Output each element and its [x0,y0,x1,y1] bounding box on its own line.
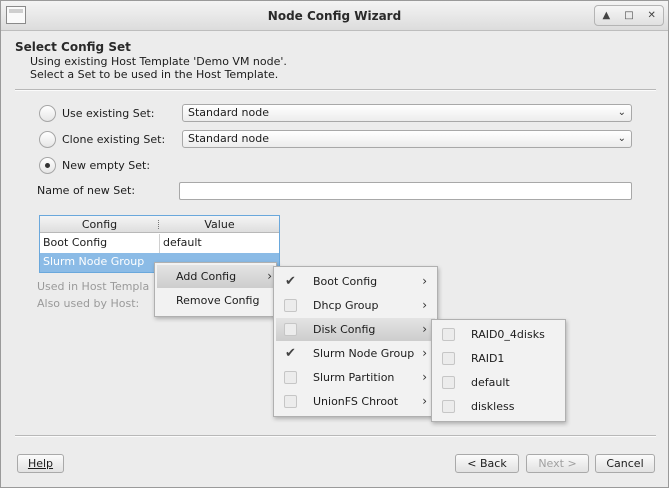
menu-item-label: Dhcp Group [313,299,379,312]
checkbox-icon [442,400,455,413]
table-context-menu: Add Config › Remove Config [154,262,277,317]
menu-item-label: Disk Config [313,323,376,336]
new-empty-label: New empty Set: [62,158,151,172]
also-used-by-host-label: Also used by Host: [37,297,140,310]
submenu-item-boot-config[interactable]: ✔ Boot Config › [276,270,435,293]
set-name-label: Name of new Set: [37,184,136,197]
submenu-arrow-icon: › [422,346,427,360]
submenu-item-slurm-partition[interactable]: Slurm Partition › [276,366,435,389]
submenu-item-disk-config[interactable]: Disk Config › [276,318,435,341]
checkbox-icon [284,395,297,408]
use-existing-combo[interactable]: Standard node ⌄ [182,104,632,122]
menu-item-label: default [471,376,510,389]
use-existing-combo-value: Standard node [188,106,269,119]
set-name-input[interactable] [179,182,632,200]
cancel-button[interactable]: Cancel [595,454,655,473]
table-cell-value: default [163,236,202,249]
back-button-label: < Back [467,457,507,470]
menu-item-label: diskless [471,400,515,413]
disk-config-item-default[interactable]: default [434,371,563,394]
chevron-down-icon: ⌄ [617,107,626,118]
menu-item-label: RAID0_4disks [471,328,545,341]
checkbox-icon [442,328,455,341]
add-config-submenu: ✔ Boot Config › Dhcp Group › Disk Config… [273,266,438,417]
disk-config-item-raid0-4disks[interactable]: RAID0_4disks [434,323,563,346]
close-icon[interactable]: ✕ [643,10,661,22]
check-icon: ✔ [285,346,296,361]
disk-config-item-raid1[interactable]: RAID1 [434,347,563,370]
submenu-item-dhcp-group[interactable]: Dhcp Group › [276,294,435,317]
minimize-icon[interactable]: ▲ [597,10,615,22]
submenu-arrow-icon: › [422,274,427,288]
use-existing-label: Use existing Set: [62,106,155,120]
clone-existing-label: Clone existing Set: [62,132,166,146]
help-button[interactable]: Help [17,454,64,473]
table-cell-config: Boot Config [43,236,108,249]
table-cell-config: Slurm Node Group [43,255,145,268]
help-button-label: Help [27,457,54,470]
header-description-line-2: Select a Set to be used in the Host Temp… [30,68,279,81]
submenu-arrow-icon: › [422,394,427,408]
submenu-arrow-icon: › [422,322,427,336]
page-header: Select Config Set Using existing Host Te… [15,40,287,81]
submenu-arrow-icon: › [422,370,427,384]
clone-existing-combo[interactable]: Standard node ⌄ [182,130,632,148]
menu-item-add-config[interactable]: Add Config › [157,265,274,288]
clone-existing-option[interactable]: Clone existing Set: [39,129,165,149]
menu-item-label: Remove Config [176,294,260,307]
submenu-item-slurm-node-group[interactable]: ✔ Slurm Node Group › [276,342,435,365]
footer-separator [15,435,656,437]
checkbox-icon [284,299,297,312]
clone-existing-combo-value: Standard node [188,132,269,145]
window-controls: ▲ □ ✕ [594,5,664,26]
checkbox-icon [442,376,455,389]
next-button[interactable]: Next > [526,454,589,473]
check-icon: ✔ [285,274,296,289]
menu-item-label: Slurm Node Group [313,347,415,360]
menu-item-remove-config[interactable]: Remove Config [157,289,274,312]
menu-item-label: Slurm Partition [313,371,395,384]
window-title: Node Config Wizard [267,9,402,23]
disk-config-submenu: RAID0_4disks RAID1 default diskless [431,319,566,422]
page-title: Select Config Set [15,40,131,54]
column-divider[interactable] [158,220,159,229]
use-existing-option[interactable]: Use existing Set: [39,103,155,123]
new-empty-option[interactable]: New empty Set: [39,155,150,175]
next-button-label: Next > [538,457,577,470]
table-header: Config Value [40,216,279,233]
new-empty-radio[interactable] [39,156,56,174]
disk-config-item-diskless[interactable]: diskless [434,395,563,418]
wizard-window: Node Config Wizard ▲ □ ✕ Select Config S… [0,0,669,488]
use-existing-radio[interactable] [39,104,56,122]
menu-item-label: Add Config [176,270,237,283]
back-button[interactable]: < Back [455,454,519,473]
cancel-button-label: Cancel [606,457,644,470]
menu-item-label: RAID1 [471,352,505,365]
header-description-line-1: Using existing Host Template 'Demo VM no… [30,55,287,68]
menu-item-label: Boot Config [313,275,378,288]
checkbox-icon [284,371,297,384]
submenu-arrow-icon: › [422,298,427,312]
header-separator [15,89,656,91]
menu-item-label: UnionFS Chroot [313,395,399,408]
submenu-arrow-icon: › [267,269,272,283]
maximize-icon[interactable]: □ [620,10,638,22]
clone-existing-radio[interactable] [39,130,56,148]
submenu-item-unionfs-chroot[interactable]: UnionFS Chroot › [276,390,435,413]
column-header-config[interactable]: Config [40,218,159,231]
column-header-value[interactable]: Value [160,218,279,231]
checkbox-icon [284,323,297,336]
checkbox-icon [442,352,455,365]
chevron-down-icon: ⌄ [617,133,626,144]
title-bar[interactable]: Node Config Wizard ▲ □ ✕ [1,1,668,31]
used-in-template-label: Used in Host Templa [37,280,150,293]
